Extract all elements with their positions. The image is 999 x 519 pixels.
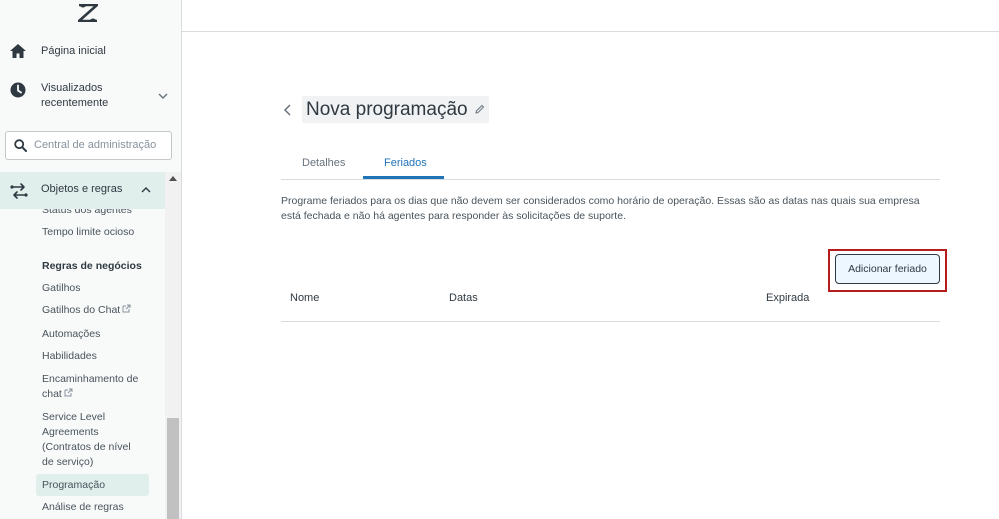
tab-holidays[interactable]: Feriados <box>384 157 427 169</box>
external-link-icon <box>64 388 73 397</box>
schedule-title-editor[interactable]: Nova programação <box>302 96 489 123</box>
zendesk-logo[interactable] <box>78 4 98 22</box>
section-items: Status dos agentes Tempo limite ocioso R… <box>0 209 165 519</box>
search-icon <box>14 139 27 152</box>
sidebar-item-automations[interactable]: Automações <box>42 327 152 342</box>
sidebar-item-chat-routing-line1[interactable]: Encaminhamento de <box>42 372 152 387</box>
back-chevron-icon[interactable] <box>282 102 294 118</box>
sidebar-item-triggers[interactable]: Gatilhos <box>42 281 152 296</box>
column-header-dates: Datas <box>449 292 478 304</box>
nav-objects-rules-label: Objetos e regras <box>41 183 123 195</box>
pencil-icon <box>474 104 484 114</box>
page-title: Nova programação <box>306 98 468 120</box>
sidebar-item-rules-analysis[interactable]: Análise de regras <box>42 500 152 515</box>
column-header-expired: Expirada <box>766 292 810 304</box>
nav-objects-rules[interactable]: Objetos e regras <box>0 172 165 209</box>
nav-recent-label-line2: recentemente <box>41 97 109 109</box>
home-icon <box>10 44 26 58</box>
sidebar-item-chat-routing-line2[interactable]: chat <box>42 387 152 402</box>
chat-triggers-label: Gatilhos do Chat <box>42 304 121 316</box>
sidebar: Página inicial Visualizados recentemente… <box>0 0 182 519</box>
sidebar-item-sla-line3[interactable]: (Contratos de nível <box>42 440 152 455</box>
sidebar-item-chat-triggers[interactable]: Gatilhos do Chat <box>42 303 152 318</box>
sidebar-item-sla-line2[interactable]: Agreements <box>42 425 152 440</box>
business-rules-heading: Regras de negócios <box>42 260 142 272</box>
sidebar-item-schedules[interactable]: Programação <box>42 478 152 493</box>
holidays-description: Programe feriados para os dias que não d… <box>281 195 920 222</box>
column-header-name: Nome <box>290 292 320 304</box>
scrollbar-up-arrow[interactable] <box>169 176 177 181</box>
chevron-down-icon[interactable] <box>157 90 169 102</box>
sidebar-item-sla-line4[interactable]: de serviço) <box>42 455 152 470</box>
admin-search-input[interactable]: Central de administração <box>5 131 172 160</box>
sidebar-item-idle-timeout[interactable]: Tempo limite ocioso <box>42 225 152 240</box>
sidebar-item-agent-status[interactable]: Status dos agentes <box>42 209 152 218</box>
table-divider <box>281 321 940 322</box>
clock-icon <box>10 82 26 98</box>
nav-home-label: Página inicial <box>41 45 106 57</box>
sidebar-item-sla-line1[interactable]: Service Level <box>42 410 152 425</box>
search-placeholder: Central de administração <box>34 139 157 151</box>
nav-recent-label-line1: Visualizados <box>41 82 103 94</box>
tab-details[interactable]: Detalhes <box>302 157 345 169</box>
chevron-up-icon[interactable] <box>140 184 152 196</box>
active-tab-indicator <box>363 176 444 179</box>
scrollbar-thumb[interactable] <box>167 418 179 519</box>
add-holiday-button[interactable]: Adicionar feriado <box>835 254 940 284</box>
sidebar-item-skills[interactable]: Habilidades <box>42 349 152 364</box>
objects-rules-icon <box>10 183 28 199</box>
top-bar <box>182 0 999 32</box>
chat-routing-label: chat <box>42 388 62 400</box>
external-link-icon <box>122 304 131 313</box>
